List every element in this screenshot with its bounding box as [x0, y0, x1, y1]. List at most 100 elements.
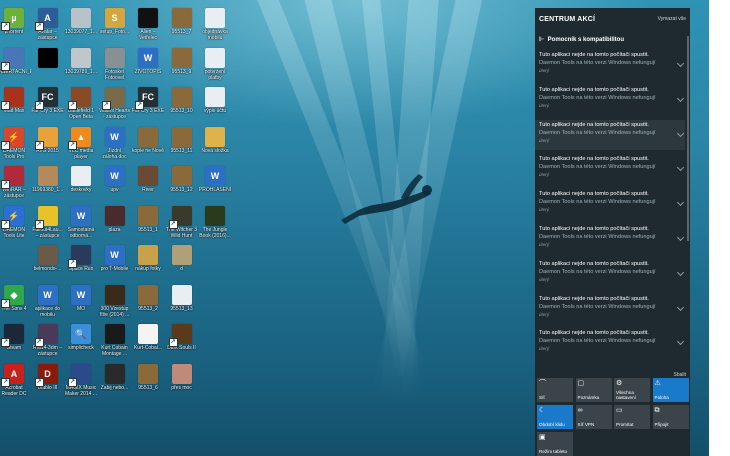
desktop-icon[interactable]: 95513_6 [131, 363, 165, 391]
desktop-icon[interactable]: µ ↗ µTorrent [0, 8, 31, 35]
desktop-icon[interactable]: 🔍 simplicheck [64, 324, 98, 351]
desktop-icon[interactable]: The Jungle Book (2016)... [198, 205, 232, 239]
desktop-icon[interactable]: Wupv [98, 166, 132, 193]
notification-item[interactable]: Tuto aplikaci nejde na tomto počítači sp… [535, 294, 685, 324]
tablet-mode-icon: ▣ [539, 434, 546, 441]
clear-all-link[interactable]: Vymazat vše [658, 16, 686, 22]
desktop-icon[interactable]: ↗ Valiant Hearts - zástupce [98, 87, 132, 120]
notification-item[interactable]: Tuto aplikaci nejde na tomto počítači sp… [535, 328, 685, 358]
desktop-icon[interactable]: ↗ Battlefield 1 Open Beta [64, 87, 98, 120]
desktop-icon[interactable]: W MO [64, 284, 98, 312]
desktop-icon[interactable]: 95513_12 [165, 166, 199, 193]
desktop-icon[interactable]: 95513_11 [165, 126, 199, 154]
notification-group-header[interactable]: ⊩ Pomocník s kompatibilitou [539, 36, 624, 43]
desktop-icon[interactable]: potvrzení platby [198, 47, 232, 81]
expand-chevron-icon[interactable] [676, 164, 685, 172]
desktop-icon[interactable]: ↗ AVG 2015 [31, 126, 65, 154]
desktop-icon[interactable]: W Jízdní záloha.doc [98, 126, 132, 160]
desktop-icon[interactable]: 300 Vzestup říše (2014) ... [98, 284, 132, 318]
quick-action-note[interactable]: ▢ Poznámka [575, 378, 612, 402]
expand-chevron-icon[interactable] [676, 199, 685, 207]
desktop-icon[interactable]: přes moc [165, 363, 199, 391]
expand-chevron-icon[interactable] [676, 233, 685, 242]
desktop-icon[interactable]: Nová složka [198, 126, 232, 154]
desktop-icon[interactable]: Wpro T-Mobile [98, 245, 132, 272]
quick-action-settings[interactable]: ⚙ Všechna nastavení [614, 378, 650, 402]
quick-action-project[interactable]: ▭ Promítat [614, 405, 650, 429]
app-icon: ↗ [34, 126, 58, 150]
desktop-icon[interactable]: belmondo-... [31, 245, 65, 272]
quick-action-connect[interactable]: ⧉ Připojit [652, 405, 689, 429]
desktop-icon[interactable]: 13039077_1... [64, 8, 98, 35]
desktop-icon[interactable]: Fotoskel Fotoovel [98, 47, 132, 81]
quick-action-network[interactable]: ⌒ Síť [537, 378, 573, 402]
desktop-icon[interactable]: objednávka mobilu [198, 8, 232, 41]
desktop-icon[interactable]: 11969380_1... [31, 166, 65, 193]
desktop-icon[interactable]: FC ↗ Far Cry 3 EXE [131, 87, 165, 114]
notification-title: Tuto aplikaci nejde na tomto počítači sp… [539, 191, 649, 198]
desktop-icon[interactable]: Alien – Vetřelec [131, 8, 165, 41]
desktop-icon[interactable]: plaza [98, 205, 132, 233]
expand-chevron-icon[interactable] [676, 338, 685, 346]
expand-chevron-icon[interactable] [676, 129, 685, 137]
desktop-icon[interactable]: Kurt Cobain Montage ... [98, 324, 132, 357]
desktop-icon[interactable]: 13039789_1... [64, 47, 98, 75]
desktop-icon[interactable]: ↗DISERTAČNÍ_EXA [0, 47, 31, 75]
desktop-icon[interactable]: Kurt-Cobai... [131, 324, 165, 351]
desktop-icon[interactable]: ↗ Rfa14-3dm – zástupce [31, 324, 65, 357]
notification-item[interactable]: Tuto aplikaci nejde na tomto počítači sp… [535, 119, 685, 150]
desktop-icon[interactable]: d [165, 245, 199, 272]
desktop-icon[interactable]: W PROHLÁŠENÍ [198, 166, 232, 193]
desktop-icon[interactable]: ◆ ↗ The Sims 4 [0, 284, 31, 312]
desktop-icon[interactable]: ↗ MAGIX Music Maker 2014 ... [64, 363, 98, 397]
desktop-icon[interactable]: ▲ ↗ VLC media player [64, 126, 98, 160]
expand-chevron-icon[interactable] [676, 59, 685, 68]
desktop-icon[interactable]: 95513_9 [165, 47, 199, 75]
desktop-icon[interactable]: 95513_7 [165, 8, 199, 35]
desktop-icon[interactable]: ↗ The Witcher 3 Wild Hunt [165, 205, 199, 239]
desktop-icon[interactable]: ⚡ ↗ DAEMON Tools Pro [0, 126, 31, 160]
desktop-icon[interactable]: FC ↗ Far Cry 3 EXE [31, 87, 65, 114]
quick-action-tablet-mode[interactable]: ▣ Režim tabletu [537, 432, 573, 456]
desktop-icon[interactable]: D ↗ Diablo III [31, 363, 65, 391]
notification-item[interactable]: Tuto aplikaci nejde na tomto počítači sp… [535, 224, 685, 254]
desktop-icon[interactable]: deskovky [64, 166, 98, 193]
expand-chevron-icon[interactable] [676, 94, 685, 102]
desktop-icon[interactable]: A ↗ Acrobat Reader DC [0, 363, 31, 397]
desktop-icon[interactable]: ↗ Dark Souls II [165, 324, 199, 351]
desktop-icon[interactable]: výpis účtu [198, 87, 232, 114]
notification-item[interactable]: Tuto aplikaci nejde na tomto počítači sp… [535, 259, 685, 289]
notification-item[interactable]: Tuto aplikaci nejde na tomto počítači sp… [535, 189, 685, 219]
desktop-icon[interactable]: ↗ Space Run [64, 245, 98, 272]
desktop-icon[interactable]: Zabij nebo... [98, 363, 132, 391]
desktop-icon[interactable]: ↗ Steam [0, 324, 31, 351]
desktop-icon-label: deskovky [70, 187, 92, 193]
desktop-icon[interactable]: ↗ WinRAR – zástupce [0, 166, 31, 199]
desktop-icon[interactable]: 95513_2 [131, 284, 165, 312]
desktop-icon[interactable]: kopie ne Nově [131, 126, 165, 154]
desktop-icon[interactable]: A ↗ Avatar – zástupce [31, 8, 65, 41]
notification-item[interactable]: Tuto aplikaci nejde na tomto počítači sp… [535, 154, 685, 184]
desktop-icon[interactable] [31, 47, 65, 69]
desktop-icon[interactable]: Waplikace do mobilu [31, 284, 65, 318]
desktop-icon[interactable]: 95513_13 [165, 284, 199, 312]
desktop-icon[interactable]: W ŽIVOTOPIS [131, 47, 165, 75]
notifications-scrollbar[interactable] [687, 36, 689, 241]
desktop-icon[interactable]: nákup fotky [131, 245, 165, 272]
notification-item[interactable]: Tuto aplikaci nejde na tomto počítači sp… [535, 50, 685, 80]
notification-item[interactable]: Tuto aplikaci nejde na tomto počítači sp… [535, 85, 685, 115]
desktop-icon[interactable]: Ssetup_Foto... [98, 8, 132, 35]
desktop-icon[interactable]: 95513_10 [165, 87, 199, 114]
expand-chevron-icon[interactable] [676, 303, 685, 311]
desktop-icon[interactable]: ↗ Fallout4Lau... – zástupce [31, 205, 65, 239]
desktop-icon[interactable]: W Samostatná odborná... [64, 205, 98, 239]
app-icon: ↗ [1, 166, 24, 189]
quick-action-location[interactable]: ⚠ Poloha [652, 378, 689, 402]
quick-action-vpn[interactable]: ∞ Síť VPN [575, 405, 612, 429]
expand-chevron-icon[interactable] [676, 268, 685, 276]
desktop-icon[interactable]: River [131, 166, 165, 193]
desktop-icon[interactable]: 95513_1 [131, 205, 165, 233]
desktop-icon[interactable]: ⚡ ↗ DAEMON Tools Lite [0, 205, 31, 239]
quick-action-quiet-hours[interactable]: ☾ Období klidu [537, 405, 573, 429]
desktop-icon[interactable]: ↗ Mad Max [0, 87, 31, 114]
